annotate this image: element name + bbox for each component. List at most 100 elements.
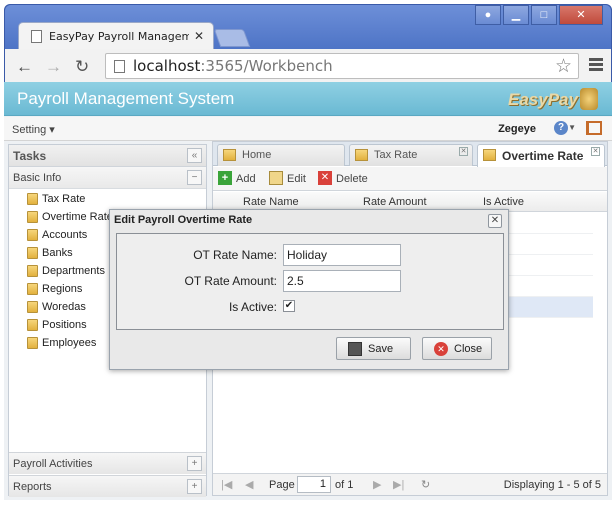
section-label: Basic Info: [13, 172, 62, 184]
page-icon: [114, 60, 125, 73]
tab-label: Home: [242, 149, 272, 161]
dialog-form: OT Rate Name: Holiday OT Rate Amount: 2.…: [116, 233, 504, 330]
close-tab-icon[interactable]: ✕: [194, 29, 204, 43]
sidebar-item-label: Banks: [42, 247, 73, 259]
chevron-down-icon[interactable]: ▼: [568, 123, 576, 132]
folder-icon: [27, 283, 38, 295]
logo-text: EasyPay: [508, 90, 578, 109]
save-label: Save: [368, 343, 394, 355]
previous-page-icon[interactable]: ◀: [245, 478, 253, 491]
tasks-panel-header: Tasks «: [9, 145, 206, 167]
add-button[interactable]: + Add: [218, 171, 260, 187]
app-header: Payroll Management System EasyPay: [4, 82, 612, 116]
page-label: Page: [269, 479, 295, 491]
ot-rate-amount-field[interactable]: 2.5: [283, 270, 401, 292]
tab-overtime-rate[interactable]: Overtime Rate ✕: [477, 144, 605, 167]
coin-stack-icon: [580, 88, 598, 110]
new-tab-button[interactable]: [213, 29, 251, 47]
ot-rate-amount-label: OT Rate Amount:: [184, 274, 278, 288]
edit-overtime-rate-dialog: Edit Payroll Overtime Rate ✕ OT Rate Nam…: [109, 209, 509, 370]
forward-arrow-icon[interactable]: →: [45, 57, 62, 77]
tab-label: Overtime Rate: [502, 149, 584, 163]
folder-icon: [355, 149, 368, 161]
back-arrow-icon[interactable]: ←: [16, 57, 33, 77]
url-path: :3565/Workbench: [200, 57, 333, 75]
column-header-rate-name[interactable]: Rate Name: [243, 196, 299, 208]
window-controls: ● ▁ □ ✕: [473, 5, 603, 25]
sidebar-item-label: Regions: [42, 283, 83, 295]
folder-icon: [483, 149, 496, 161]
tab-label: Tax Rate: [374, 149, 418, 161]
ot-rate-name-field[interactable]: Holiday: [283, 244, 401, 266]
close-tab-icon[interactable]: ✕: [459, 147, 468, 156]
browser-toolbar: ← → ↻ localhost:3565/Workbench ☆: [5, 49, 611, 83]
user-icon[interactable]: ●: [475, 5, 501, 25]
expand-section-button[interactable]: +: [187, 456, 202, 471]
sidebar-item-label: Overtime Rate: [42, 211, 113, 223]
save-button[interactable]: Save: [336, 337, 411, 360]
user-name: Zegeye: [498, 123, 536, 135]
url-text[interactable]: localhost:3565/Workbench: [133, 57, 333, 75]
is-active-checkbox[interactable]: ✔: [283, 300, 295, 312]
close-window-icon[interactable]: ✕: [559, 5, 603, 25]
browser-menu-icon[interactable]: [589, 58, 603, 73]
edit-button[interactable]: Edit: [269, 171, 309, 187]
tab-tax-rate[interactable]: Tax Rate ✕: [349, 144, 473, 166]
close-label: Close: [454, 343, 483, 355]
is-active-row: Is Active: ✔: [117, 296, 503, 318]
folder-icon: [27, 193, 38, 205]
url-host: localhost: [133, 57, 201, 75]
column-header-is-active[interactable]: Is Active: [483, 196, 524, 208]
delete-button[interactable]: ✕ Delete: [318, 171, 372, 187]
close-icon[interactable]: ✕: [488, 214, 502, 228]
sidebar-item-label: Departments: [42, 265, 105, 277]
floppy-disk-icon: [348, 342, 362, 356]
reload-icon[interactable]: ↻: [75, 57, 89, 77]
section-label: Reports: [13, 481, 52, 493]
collapse-section-button[interactable]: −: [187, 170, 202, 185]
tab-home[interactable]: Home: [217, 144, 345, 166]
browser-tab[interactable]: EasyPay Payroll Managemen ✕: [18, 22, 214, 50]
browser-titlebar: EasyPay Payroll Managemen ✕ ● ▁ □ ✕: [5, 5, 611, 50]
sidebar-item-label: Accounts: [42, 229, 88, 241]
folder-icon: [27, 229, 38, 241]
expand-section-button[interactable]: +: [187, 479, 202, 494]
ot-rate-name-label: OT Rate Name:: [193, 248, 277, 262]
folder-icon: [27, 265, 38, 277]
bookmark-star-icon[interactable]: ☆: [555, 55, 572, 78]
add-label: Add: [236, 173, 256, 185]
plus-icon: +: [218, 171, 232, 185]
next-page-icon[interactable]: ▶: [373, 478, 381, 491]
setting-menu[interactable]: Setting ▾: [12, 123, 55, 136]
sidebar-item-label: Woredas: [42, 301, 86, 313]
column-header-rate-amount[interactable]: Rate Amount: [363, 196, 427, 208]
accordion-payroll-activities[interactable]: Payroll Activities +: [9, 452, 206, 474]
browser-tab-title: EasyPay Payroll Managemen: [49, 30, 189, 43]
logout-icon[interactable]: [586, 121, 602, 135]
folder-icon: [27, 319, 38, 331]
folder-icon: [27, 301, 38, 313]
delete-label: Delete: [336, 173, 368, 185]
edit-label: Edit: [287, 173, 306, 185]
maximize-icon[interactable]: □: [531, 5, 557, 25]
sidebar-item-tax-rate[interactable]: Tax Rate: [9, 190, 206, 208]
is-active-label: Is Active:: [228, 300, 277, 314]
grid-pager: |◀ ◀ Page 1 of 1 ▶ ▶| ↻ Displaying 1 - 5…: [213, 473, 607, 495]
sidebar-item-label: Tax Rate: [42, 193, 86, 205]
page-number-input[interactable]: 1: [297, 476, 331, 493]
first-page-icon[interactable]: |◀: [221, 478, 232, 491]
minimize-icon[interactable]: ▁: [503, 5, 529, 25]
close-tab-icon[interactable]: ✕: [591, 147, 600, 156]
help-icon[interactable]: ?: [554, 121, 568, 135]
folder-icon: [27, 211, 38, 223]
accordion-basic-info[interactable]: Basic Info −: [9, 167, 206, 189]
sidebar-item-label: Positions: [42, 319, 87, 331]
collapse-panel-button[interactable]: «: [187, 148, 202, 163]
accordion-reports[interactable]: Reports +: [9, 475, 206, 497]
close-button[interactable]: ✕ Close: [422, 337, 492, 360]
refresh-icon[interactable]: ↻: [421, 478, 430, 491]
last-page-icon[interactable]: ▶|: [393, 478, 404, 491]
page-count-label: of 1: [335, 479, 354, 491]
delete-icon: ✕: [318, 171, 332, 185]
address-bar[interactable]: localhost:3565/Workbench ☆: [105, 53, 579, 79]
